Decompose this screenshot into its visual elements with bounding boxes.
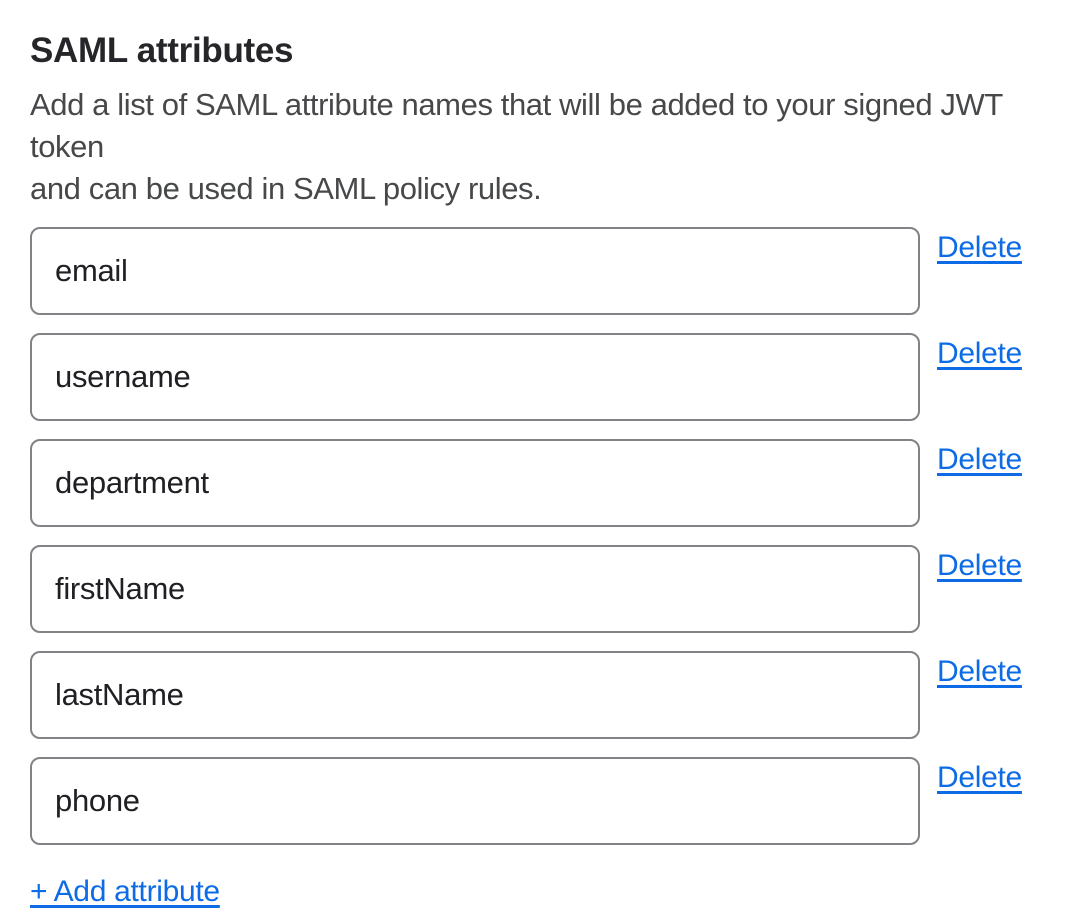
attribute-row: Delete xyxy=(30,227,1036,315)
delete-attribute-link[interactable]: Delete xyxy=(937,227,1022,269)
attribute-row: Delete xyxy=(30,545,1036,633)
attribute-name-input[interactable] xyxy=(30,545,920,633)
attribute-name-input[interactable] xyxy=(30,757,920,845)
section-description-line2: and can be used in SAML policy rules. xyxy=(30,171,541,206)
saml-attributes-section: SAML attributes Add a list of SAML attri… xyxy=(30,0,1036,913)
attribute-name-input[interactable] xyxy=(30,439,920,527)
page-title: SAML attributes xyxy=(30,0,1036,72)
attribute-name-input[interactable] xyxy=(30,333,920,421)
section-description: Add a list of SAML attribute names that … xyxy=(30,84,1036,210)
add-attribute-link[interactable]: + Add attribute xyxy=(30,871,220,913)
attribute-row: Delete xyxy=(30,757,1036,845)
delete-attribute-link[interactable]: Delete xyxy=(937,333,1022,375)
attribute-row: Delete xyxy=(30,651,1036,739)
attribute-name-input[interactable] xyxy=(30,651,920,739)
delete-attribute-link[interactable]: Delete xyxy=(937,439,1022,481)
attribute-name-input[interactable] xyxy=(30,227,920,315)
delete-attribute-link[interactable]: Delete xyxy=(937,757,1022,799)
delete-attribute-link[interactable]: Delete xyxy=(937,545,1022,587)
section-description-line1: Add a list of SAML attribute names that … xyxy=(30,87,1002,164)
delete-attribute-link[interactable]: Delete xyxy=(937,651,1022,693)
attribute-row: Delete xyxy=(30,333,1036,421)
attribute-row: Delete xyxy=(30,439,1036,527)
attribute-list: Delete Delete Delete Delete Delete Delet… xyxy=(30,227,1036,845)
